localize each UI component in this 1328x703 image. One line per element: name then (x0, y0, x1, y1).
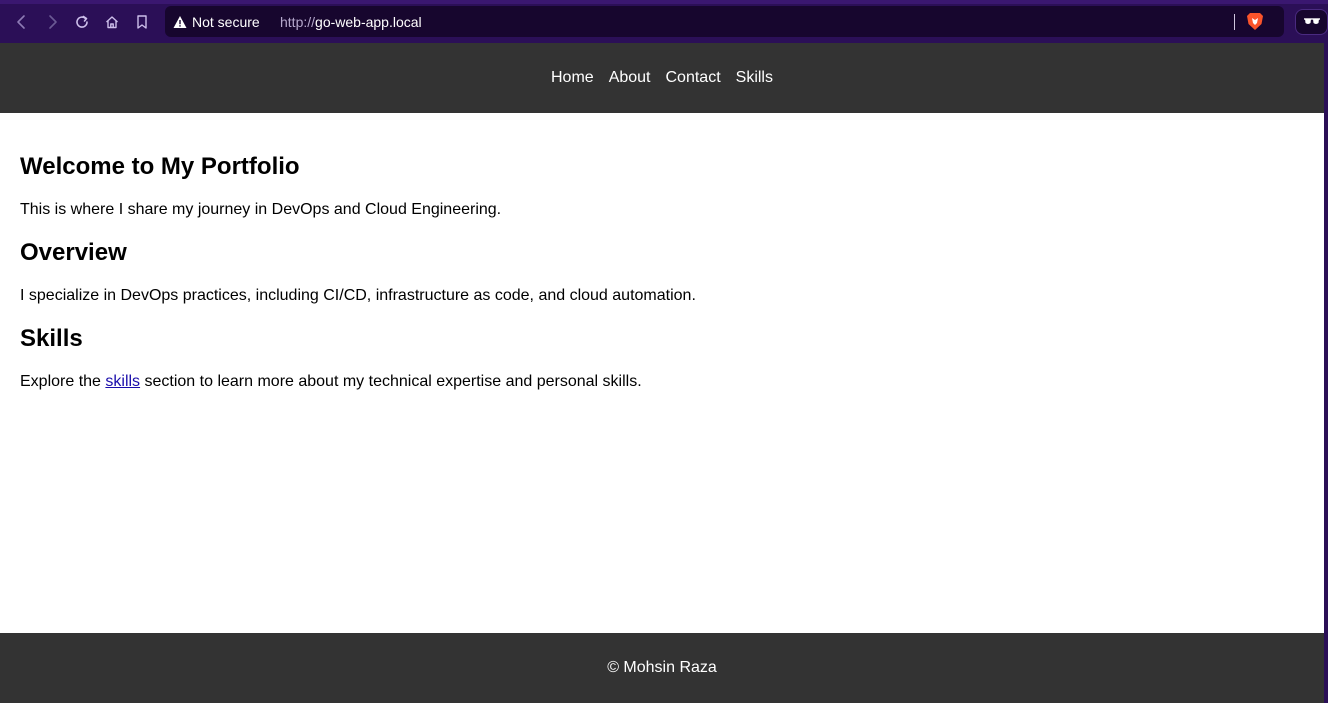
reload-button[interactable] (71, 11, 93, 33)
back-button[interactable] (11, 11, 33, 33)
forward-button[interactable] (41, 11, 63, 33)
nav-skills-link[interactable]: Skills (736, 70, 773, 86)
url-host: go-web-app.local (315, 13, 422, 30)
window-edge (1324, 43, 1328, 703)
skills-heading: Skills (20, 325, 83, 352)
bookmark-icon (137, 15, 147, 29)
skills-link[interactable]: skills (105, 373, 140, 390)
home-button[interactable] (101, 11, 123, 33)
sunglasses-icon (1303, 18, 1320, 24)
extensions-button[interactable] (1295, 9, 1328, 35)
brave-shields-icon[interactable] (1246, 12, 1264, 31)
nav-about-link[interactable]: About (609, 70, 651, 86)
overview-heading: Overview (20, 239, 127, 266)
security-indicator[interactable]: Not secure (173, 6, 260, 37)
address-bar[interactable]: Not secure http://go-web-app.local (165, 6, 1284, 37)
bookmark-button[interactable] (131, 11, 153, 33)
address-bar-divider (1234, 14, 1235, 30)
skills-text: Explore the skills section to learn more… (20, 374, 642, 390)
security-label: Not secure (192, 13, 260, 30)
browser-toolbar: Not secure http://go-web-app.local (0, 0, 1328, 43)
main-content: Welcome to My Portfolio This is where I … (0, 113, 1324, 633)
back-arrow-icon (17, 15, 25, 29)
warning-icon (173, 15, 187, 28)
site-footer: © Mohsin Raza (0, 633, 1324, 703)
welcome-text: This is where I share my journey in DevO… (20, 201, 502, 218)
forward-arrow-icon (49, 15, 57, 29)
footer-copyright: © Mohsin Raza (607, 659, 717, 676)
welcome-heading: Welcome to My Portfolio (20, 153, 300, 180)
home-icon (106, 16, 118, 29)
skills-text-before: Explore the (20, 373, 106, 390)
browser-top-edge (0, 0, 1328, 4)
url-scheme: http:// (280, 13, 316, 30)
overview-text: I specialize in DevOps practices, includ… (20, 287, 696, 304)
reload-icon (76, 15, 88, 28)
skills-text-after: section to learn more about my technical… (140, 373, 642, 390)
nav-home-link[interactable]: Home (551, 70, 594, 86)
url-text[interactable]: http://go-web-app.local (280, 6, 422, 37)
site-nav: Home About Contact Skills (0, 43, 1324, 113)
nav-contact-link[interactable]: Contact (666, 70, 721, 86)
